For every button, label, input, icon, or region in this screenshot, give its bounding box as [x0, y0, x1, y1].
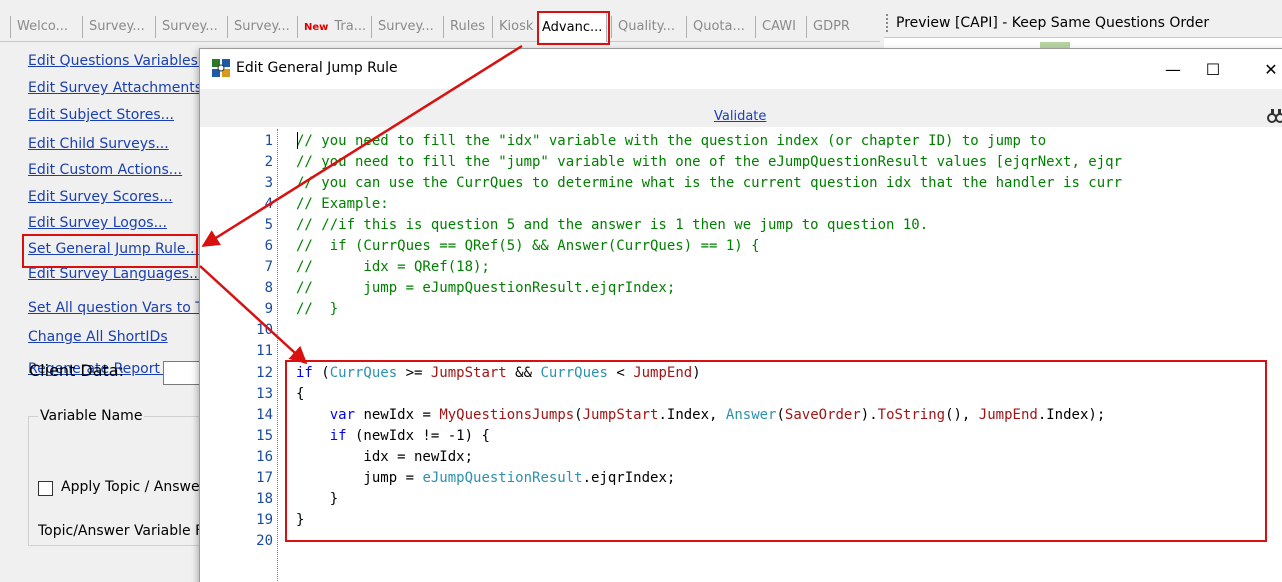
- tab-label: Survey...: [378, 19, 434, 34]
- tab-survey--3[interactable]: Survey...: [227, 16, 290, 38]
- topic-answer-variable-label: Topic/Answer Variable Fo: [38, 523, 212, 539]
- tab-label: Quality...: [618, 19, 675, 34]
- line-number: 20: [256, 533, 273, 549]
- tab-quota--10[interactable]: Quota...: [686, 16, 745, 38]
- code-token: // jump = eJumpQuestionResult.ejqrIndex;: [296, 280, 676, 296]
- code-line[interactable]: // if (CurrQues == QRef(5) && Answer(Cur…: [296, 236, 760, 257]
- line-number: 3: [264, 175, 273, 191]
- line-number: 6: [264, 238, 273, 254]
- tab-survey--5[interactable]: Survey...: [371, 16, 434, 38]
- code-line[interactable]: // you need to fill the "idx" variable w…: [296, 131, 1046, 152]
- code-line[interactable]: // Example:: [296, 194, 389, 215]
- line-number: 18: [256, 491, 273, 507]
- code-token: // }: [296, 301, 339, 317]
- code-token: // if (CurrQues == QRef(5) && Answer(Cur…: [296, 238, 760, 254]
- code-token: // Example:: [296, 196, 389, 212]
- tab-label: GDPR: [813, 19, 850, 34]
- line-number: 14: [256, 407, 273, 423]
- code-line[interactable]: // idx = QRef(18);: [296, 257, 490, 278]
- code-line[interactable]: // //if this is question 5 and the answe…: [296, 215, 928, 236]
- tab-label: Kiosk: [499, 19, 534, 34]
- preview-title: Preview [CAPI] - Keep Same Questions Ord…: [896, 15, 1210, 31]
- tab-kiosk-7[interactable]: Kiosk: [492, 16, 533, 38]
- code-token: // you need to fill the "idx" variable w…: [296, 133, 1047, 149]
- tab-label: CAWI: [762, 19, 796, 34]
- line-number: 2: [264, 154, 273, 170]
- tab-tra--4[interactable]: New Tra...: [297, 16, 366, 38]
- preview-panel-header: Preview [CAPI] - Keep Same Questions Ord…: [884, 8, 1282, 38]
- line-number: 17: [256, 470, 273, 486]
- line-number: 10: [256, 322, 273, 338]
- link-edit-custom-actions[interactable]: Edit Custom Actions...: [28, 162, 182, 178]
- code-token: // you need to fill the "jump" variable …: [296, 154, 1123, 170]
- text-caret: [297, 132, 298, 149]
- apply-topic-label: Apply Topic / Answer: [61, 479, 206, 495]
- link-edit-subject-stores[interactable]: Edit Subject Stores...: [28, 107, 174, 123]
- code-line[interactable]: // }: [296, 299, 338, 320]
- app-icon: [212, 59, 230, 77]
- tab-cawi-11[interactable]: CAWI: [755, 16, 796, 38]
- annotation-box-advanced-tab: [537, 11, 610, 45]
- line-number: 4: [264, 196, 273, 212]
- tab-quality--9[interactable]: Quality...: [611, 16, 675, 38]
- line-number: 7: [264, 259, 273, 275]
- dialog-titlebar[interactable]: Edit General Jump Rule — ☐ ✕: [200, 49, 1282, 89]
- client-data-label: Client Data:: [29, 361, 124, 380]
- tab-label: Welco...: [17, 19, 68, 34]
- annotation-box-jump-rule-link: [22, 234, 198, 268]
- link-edit-survey-attachments[interactable]: Edit Survey Attachments...: [28, 80, 215, 96]
- line-number: 19: [256, 512, 273, 528]
- line-number: 5: [264, 217, 273, 233]
- preview-panel: [884, 38, 1282, 48]
- new-badge: New: [304, 22, 329, 33]
- panel-grip-icon[interactable]: [886, 14, 890, 32]
- dialog-toolbar: Validate: [200, 89, 1282, 127]
- line-number: 9: [264, 301, 273, 317]
- tab-welco--0[interactable]: Welco...: [10, 16, 68, 38]
- line-number: 8: [264, 280, 273, 296]
- close-button[interactable]: ✕: [1248, 49, 1282, 89]
- line-number: 12: [256, 365, 273, 381]
- tab-label: Survey...: [162, 19, 218, 34]
- tab-label: Tra...: [334, 19, 367, 34]
- code-line[interactable]: // you can use the CurrQues to determine…: [296, 173, 1122, 194]
- line-number: 16: [256, 449, 273, 465]
- code-line[interactable]: // you need to fill the "jump" variable …: [296, 152, 1122, 173]
- tab-survey--2[interactable]: Survey...: [155, 16, 218, 38]
- link-edit-survey-scores[interactable]: Edit Survey Scores...: [28, 189, 173, 205]
- line-number-gutter: 1 2 3 4 5 6 7 8 9 10 11 12 13 14 15 16 17 18 19 20: [204, 129, 278, 582]
- apply-topic-checkbox[interactable]: [38, 481, 53, 496]
- line-number: 1: [264, 133, 273, 149]
- code-token: // you can use the CurrQues to determine…: [296, 175, 1123, 191]
- validate-link[interactable]: Validate: [714, 109, 766, 124]
- tab-survey--1[interactable]: Survey...: [82, 16, 145, 38]
- tab-rules-6[interactable]: Rules: [443, 16, 485, 38]
- line-number: 11: [256, 343, 273, 359]
- link-edit-survey-logos[interactable]: Edit Survey Logos...: [28, 215, 167, 231]
- dialog-title: Edit General Jump Rule: [236, 60, 398, 76]
- tab-gdpr-12[interactable]: GDPR: [806, 16, 850, 38]
- link-edit-survey-languages[interactable]: Edit Survey Languages...: [28, 266, 202, 282]
- line-number: 13: [256, 386, 273, 402]
- link-set-all-question-vars[interactable]: Set All question Vars to Te: [28, 300, 210, 316]
- tab-label: Survey...: [234, 19, 290, 34]
- maximize-button[interactable]: ☐: [1190, 49, 1236, 89]
- tab-label: Quota...: [693, 19, 745, 34]
- tab-label: Rules: [450, 19, 486, 34]
- link-edit-questions-variables[interactable]: Edit Questions Variables...: [28, 53, 211, 69]
- line-number: 15: [256, 428, 273, 444]
- variable-name-label: Variable Name: [38, 408, 145, 424]
- link-change-all-shortids[interactable]: Change All ShortIDs: [28, 329, 168, 345]
- annotation-box-code-block: [285, 360, 1267, 542]
- tab-strip: Welco... Survey... Survey... Survey... New Tr…: [0, 8, 880, 42]
- tab-label: Survey...: [89, 19, 145, 34]
- binoculars-icon[interactable]: [1267, 107, 1282, 125]
- link-edit-child-surveys[interactable]: Edit Child Surveys...: [28, 136, 169, 152]
- code-token: // idx = QRef(18);: [296, 259, 490, 275]
- code-token: // //if this is question 5 and the answe…: [296, 217, 929, 233]
- code-line[interactable]: // jump = eJumpQuestionResult.ejqrIndex;: [296, 278, 675, 299]
